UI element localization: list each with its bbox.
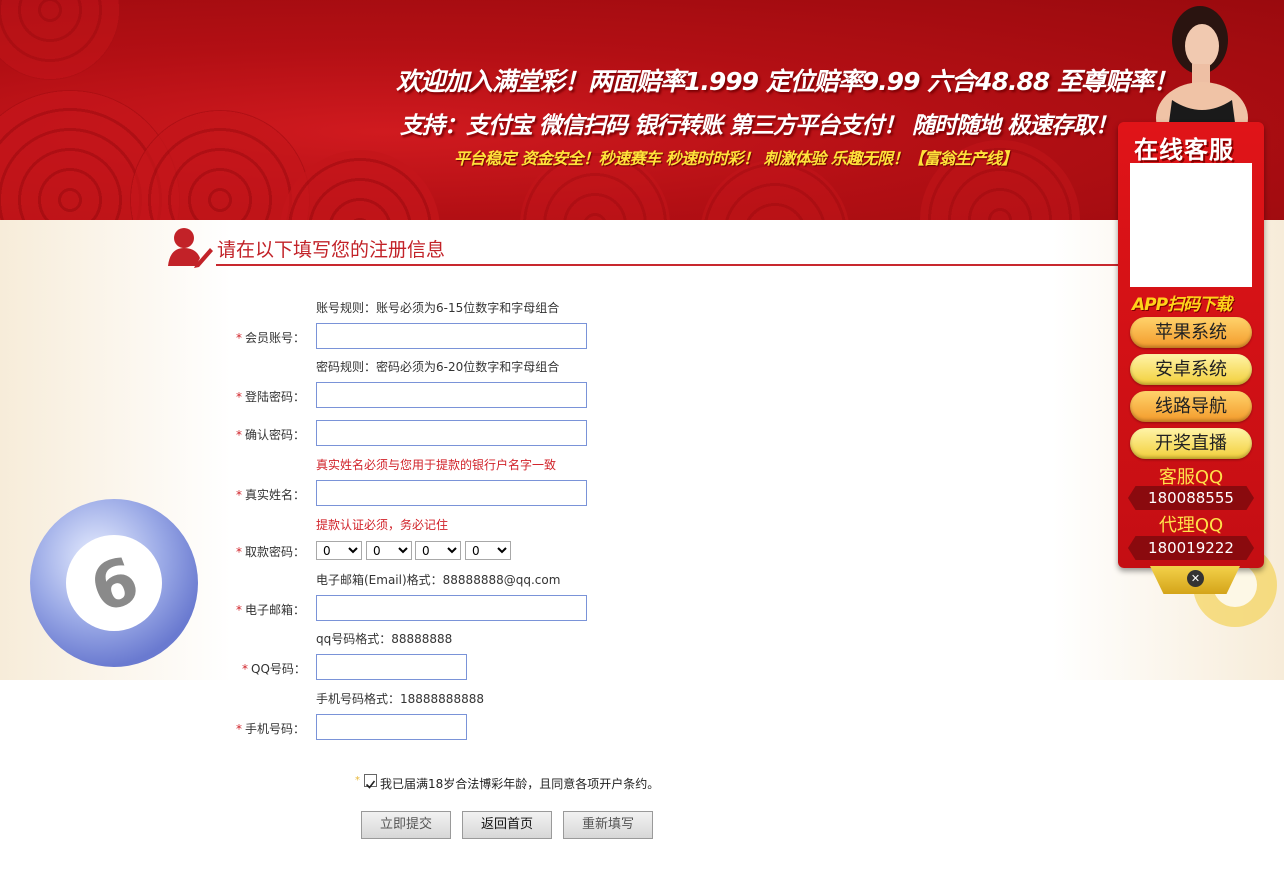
required-mark: * (236, 488, 242, 502)
required-mark: * (236, 390, 242, 404)
realname-hint: 真实姓名必须与您用于提款的银行户名字一致 (316, 458, 557, 472)
password-label: * 登陆密码： (236, 390, 306, 404)
account-label: * 会员账号： (236, 331, 306, 345)
withdraw-password-label: * 取款密码： (236, 545, 306, 559)
withdraw-digit-2-select[interactable]: 0 (366, 541, 412, 560)
required-mark: * (236, 331, 242, 345)
ios-download-button[interactable]: 苹果系统 (1130, 317, 1252, 348)
password-input[interactable] (316, 382, 587, 408)
required-mark: * (236, 603, 242, 617)
phone-hint: 手机号码格式：18888888888 (316, 692, 484, 706)
withdraw-digit-1-select[interactable]: 0 (316, 541, 362, 560)
agree-text: 我已届满18岁合法博彩年龄，且同意各项开户条约。 (380, 777, 660, 791)
qq-input[interactable] (316, 654, 467, 680)
realname-label: * 真实姓名： (236, 488, 306, 502)
title-divider (216, 264, 1120, 266)
required-mark: * (236, 722, 242, 736)
model-photo (1156, 6, 1248, 130)
email-input[interactable] (316, 595, 587, 621)
confirm-password-label: * 确认密码： (236, 428, 306, 442)
withdraw-hint: 提款认证必须，务必记住 (316, 518, 449, 532)
live-draw-button[interactable]: 开奖直播 (1130, 428, 1252, 459)
cs-qq-number[interactable]: 180088555 (1128, 486, 1254, 510)
confirm-password-input[interactable] (316, 420, 587, 446)
banner-payment-text: 支持：支付宝 微信扫码 银行转账 第三方平台支付！ 随时随地 极速存取！ (400, 113, 1118, 139)
lottery-ball-icon: 6 (30, 499, 198, 667)
account-input[interactable] (316, 323, 587, 349)
account-hint: 账号规则：账号必须为6-15位数字和字母组合 (316, 301, 560, 315)
cs-qq-label: 客服QQ (1158, 467, 1224, 488)
banner-tagline: 平台稳定 资金安全！秒速赛车 秒速时时彩！ 刺激体验 乐趣无限！【富翁生产线】 (454, 149, 1017, 168)
qq-hint: qq号码格式：88888888 (316, 632, 453, 646)
agree-required-mark: * (355, 775, 360, 786)
withdraw-digit-4-select[interactable]: 0 (465, 541, 511, 560)
check-icon (365, 780, 376, 789)
email-label: * 电子邮箱： (236, 603, 306, 617)
required-mark: * (236, 428, 242, 442)
password-hint: 密码规则：密码必须为6-20位数字和字母组合 (316, 360, 560, 374)
app-download-label: APP扫码下载 (1132, 295, 1232, 315)
page-title: 请在以下填写您的注册信息 (217, 239, 446, 261)
online-service-title: 在线客服 (1134, 136, 1234, 164)
close-icon[interactable]: ✕ (1187, 570, 1204, 587)
realname-input[interactable] (316, 480, 587, 506)
user-edit-icon (168, 228, 213, 268)
submit-button[interactable]: 立即提交 (361, 811, 451, 839)
route-navigation-button[interactable]: 线路导航 (1130, 391, 1252, 422)
required-mark: * (236, 545, 242, 559)
qq-label: * QQ号码： (242, 662, 306, 676)
phone-input[interactable] (316, 714, 467, 740)
withdraw-digit-3-select[interactable]: 0 (415, 541, 461, 560)
android-download-button[interactable]: 安卓系统 (1130, 354, 1252, 385)
banner-headline: 欢迎加入满堂彩！两面赔率1.999 定位赔率9.99 六合48.88 至尊赔率！ (396, 67, 1178, 96)
agree-checkbox[interactable] (364, 774, 377, 789)
email-hint: 电子邮箱(Email)格式：88888888@qq.com (316, 573, 561, 587)
required-mark: * (242, 662, 248, 676)
phone-label: * 手机号码： (236, 722, 306, 736)
agent-qq-label: 代理QQ (1158, 515, 1224, 536)
agent-qq-number[interactable]: 180019222 (1128, 536, 1254, 560)
back-home-button[interactable]: 返回首页 (462, 811, 552, 839)
header-banner: 欢迎加入满堂彩！两面赔率1.999 定位赔率9.99 六合48.88 至尊赔率！… (0, 0, 1284, 220)
reset-button[interactable]: 重新填写 (563, 811, 653, 839)
app-qr-code (1130, 163, 1252, 287)
